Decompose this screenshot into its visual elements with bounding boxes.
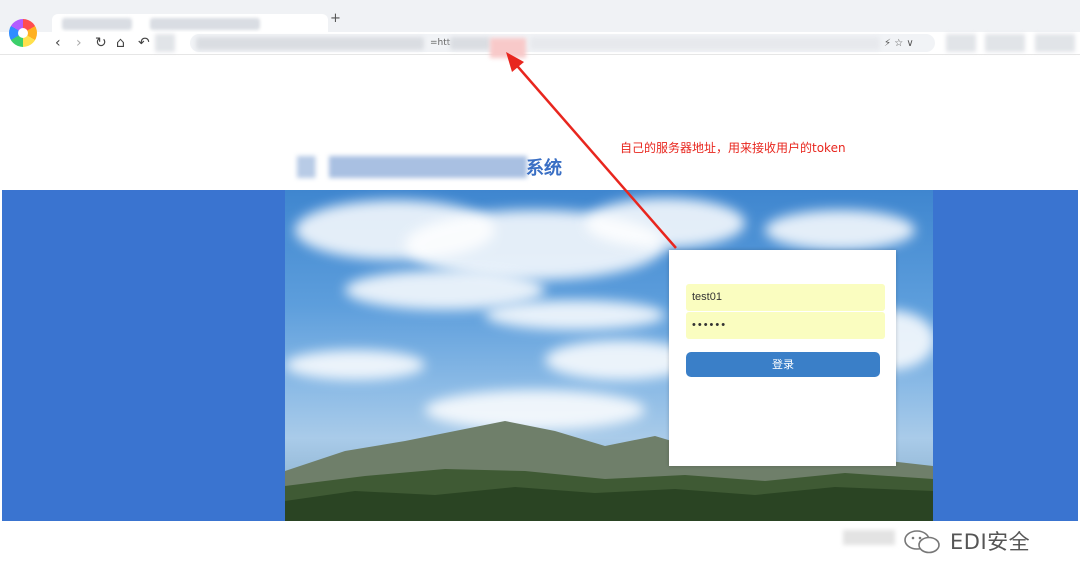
watermark-text: EDI安全 — [950, 530, 1031, 554]
password-input[interactable] — [686, 312, 885, 339]
page-title-redacted — [297, 156, 527, 178]
home-icon[interactable]: ⌂ — [116, 33, 125, 53]
extension-redacted — [946, 34, 976, 52]
wechat-icon — [904, 530, 940, 554]
page-title: 系统 — [526, 158, 562, 179]
toolbar-redacted — [155, 34, 175, 52]
extension-redacted — [1035, 34, 1075, 52]
username-input[interactable] — [686, 284, 885, 311]
login-button[interactable]: 登录 — [686, 352, 880, 377]
forward-icon[interactable]: › — [76, 33, 82, 53]
undo-icon[interactable]: ↶ — [138, 33, 150, 53]
back-icon[interactable]: ‹ — [55, 33, 61, 53]
url-redacted — [450, 37, 490, 50]
new-tab-button[interactable]: + — [330, 12, 341, 26]
tab-title-redacted — [62, 18, 132, 30]
tab-title-redacted — [150, 18, 260, 30]
browser-logo-icon[interactable] — [9, 19, 37, 47]
url-redacted — [196, 37, 424, 50]
watermark-redacted — [843, 530, 895, 545]
url-prefix: =htt — [430, 38, 451, 48]
extension-redacted — [985, 34, 1025, 52]
url-highlight — [490, 38, 526, 58]
reload-icon[interactable]: ↻ — [95, 33, 107, 53]
address-bar-actions-icon[interactable]: ⚡ ☆ ∨ — [884, 37, 914, 50]
url-redacted — [530, 37, 880, 50]
annotation-text: 自己的服务器地址，用来接收用户的token — [620, 141, 846, 155]
